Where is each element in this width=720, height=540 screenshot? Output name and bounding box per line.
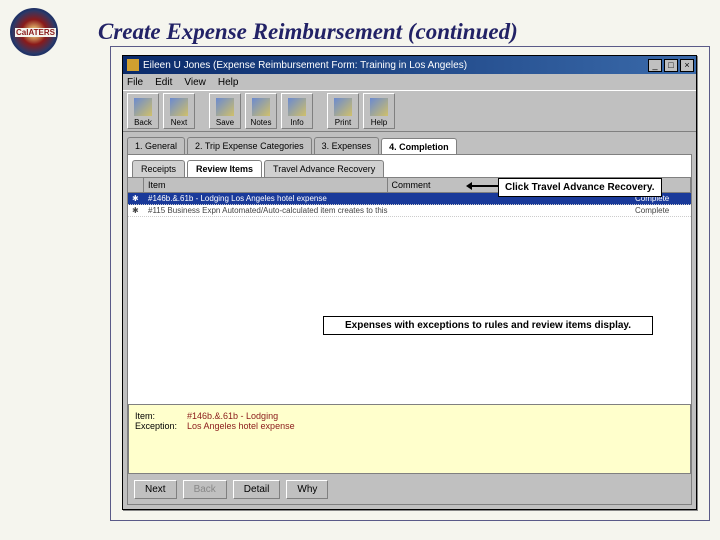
subtab-travel-advance-recovery[interactable]: Travel Advance Recovery <box>264 160 384 177</box>
tab-trip-expense-categories[interactable]: 2. Trip Expense Categories <box>187 137 312 154</box>
help-icon <box>370 98 388 116</box>
toolbar: Back Next Save Notes Info Print Help <box>123 90 696 132</box>
expense-form-window: Eileen U Jones (Expense Reimbursement Fo… <box>122 55 697 510</box>
detail-button[interactable]: Detail <box>233 480 281 499</box>
close-button[interactable]: × <box>680 59 694 72</box>
titlebar: Eileen U Jones (Expense Reimbursement Fo… <box>123 56 696 74</box>
detail-item-label: Item: <box>135 411 187 421</box>
subtab-receipts[interactable]: Receipts <box>132 160 185 177</box>
detail-exception-value: Los Angeles hotel expense <box>187 421 295 431</box>
back-icon <box>134 98 152 116</box>
main-tabs: 1. General 2. Trip Expense Categories 3.… <box>123 132 696 154</box>
maximize-button[interactable]: □ <box>664 59 678 72</box>
callout-exceptions: Expenses with exceptions to rules and re… <box>323 316 653 335</box>
tool-help[interactable]: Help <box>363 93 395 129</box>
table-row[interactable]: ✱ #115 Business Expn Automated/Auto-calc… <box>128 205 691 217</box>
print-icon <box>334 98 352 116</box>
tool-back[interactable]: Back <box>127 93 159 129</box>
tab-completion[interactable]: 4. Completion <box>381 138 457 155</box>
callout-travel-advance: Click Travel Advance Recovery. <box>498 178 662 197</box>
tab-general[interactable]: 1. General <box>127 137 185 154</box>
tool-print[interactable]: Print <box>327 93 359 129</box>
window-title: Eileen U Jones (Expense Reimbursement Fo… <box>143 60 648 71</box>
menubar: File Edit View Help <box>123 74 696 90</box>
col-item[interactable]: Item <box>144 178 388 192</box>
save-icon <box>216 98 234 116</box>
subtab-review-items[interactable]: Review Items <box>187 160 262 177</box>
grid-body: ✱ #146b.&.61b - Lodging Los Angeles hote… <box>128 193 691 404</box>
minimize-button[interactable]: _ <box>648 59 662 72</box>
notes-icon <box>252 98 270 116</box>
detail-exception-label: Exception: <box>135 421 187 431</box>
tool-info[interactable]: Info <box>281 93 313 129</box>
tool-next[interactable]: Next <box>163 93 195 129</box>
next-button[interactable]: Next <box>134 480 177 499</box>
back-button[interactable]: Back <box>183 480 227 499</box>
tab-expenses[interactable]: 3. Expenses <box>314 137 380 154</box>
menu-view[interactable]: View <box>184 77 206 88</box>
app-icon <box>127 59 139 71</box>
button-bar: Next Back Detail Why <box>128 474 691 504</box>
arrow-icon <box>468 185 498 187</box>
calaters-logo <box>10 8 58 56</box>
detail-panel: Item:#146b.&.61b - Lodging Exception:Los… <box>128 404 691 474</box>
tool-notes[interactable]: Notes <box>245 93 277 129</box>
menu-edit[interactable]: Edit <box>155 77 172 88</box>
menu-help[interactable]: Help <box>218 77 239 88</box>
menu-file[interactable]: File <box>127 77 143 88</box>
tool-save[interactable]: Save <box>209 93 241 129</box>
subtabs: Receipts Review Items Travel Advance Rec… <box>128 155 691 177</box>
page-title: Create Expense Reimbursement (continued) <box>98 19 518 45</box>
info-icon <box>288 98 306 116</box>
detail-item-value: #146b.&.61b - Lodging <box>187 411 278 421</box>
next-icon <box>170 98 188 116</box>
why-button[interactable]: Why <box>286 480 328 499</box>
